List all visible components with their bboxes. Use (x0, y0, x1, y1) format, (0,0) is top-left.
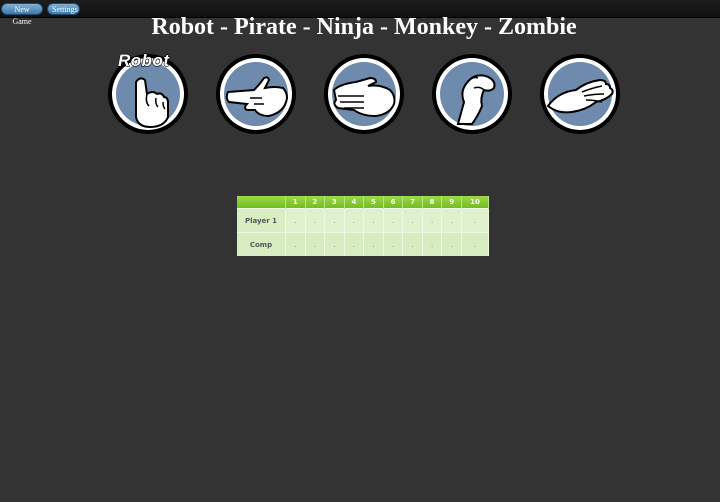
choice-zombie[interactable] (538, 52, 622, 136)
choice-robot[interactable]: Robot (106, 50, 190, 136)
pirate-pointing-hand-icon (216, 54, 296, 134)
game-title: Robot - Pirate - Ninja - Monkey - Zombie (151, 14, 577, 40)
round-header: 10 (461, 196, 489, 209)
score-cell: . (402, 208, 423, 233)
score-cell: . (324, 232, 345, 256)
score-cell: . (383, 232, 404, 256)
score-cell: . (461, 232, 489, 256)
score-cell: . (344, 208, 365, 233)
score-cell: . (422, 232, 443, 256)
score-cell: . (305, 208, 326, 233)
scoreboard-corner (237, 196, 286, 209)
score-cell: . (324, 208, 345, 233)
score-cell: . (363, 208, 384, 233)
round-header: 1 (285, 196, 306, 209)
score-cell: . (344, 232, 365, 256)
score-cell: . (441, 208, 462, 233)
choice-ninja[interactable] (322, 52, 406, 136)
choice-monkey[interactable] (430, 52, 514, 136)
round-header: 6 (383, 196, 404, 209)
score-cell: . (363, 232, 384, 256)
score-cell: . (285, 208, 306, 233)
row-label: Player 1 (237, 208, 286, 233)
score-cell: . (305, 232, 326, 256)
score-cell: . (402, 232, 423, 256)
round-header: 5 (363, 196, 384, 209)
scoreboard-header-row: 1 2 3 4 5 6 7 8 9 10 (237, 196, 489, 209)
score-cell: . (383, 208, 404, 233)
score-cell: . (441, 232, 462, 256)
round-header: 7 (402, 196, 423, 209)
ninja-flat-hand-icon (324, 54, 404, 134)
round-header: 8 (422, 196, 443, 209)
zombie-reaching-hand-icon (540, 54, 620, 134)
robot-label: Robot (117, 50, 170, 70)
scoreboard-row-comp: Comp . . . . . . . . . . (237, 232, 489, 256)
scoreboard-table: 1 2 3 4 5 6 7 8 9 10 Player 1 . . . . . … (237, 196, 489, 256)
round-header: 3 (324, 196, 345, 209)
row-label: Comp (237, 232, 286, 256)
score-cell: . (461, 208, 489, 233)
monkey-hand-icon (432, 54, 512, 134)
choice-pirate[interactable] (214, 52, 298, 136)
round-header: 2 (305, 196, 326, 209)
score-cell: . (422, 208, 443, 233)
round-header: 4 (344, 196, 365, 209)
score-cell: . (285, 232, 306, 256)
scoreboard-row-player1: Player 1 . . . . . . . . . . (237, 208, 489, 233)
round-header: 9 (441, 196, 462, 209)
